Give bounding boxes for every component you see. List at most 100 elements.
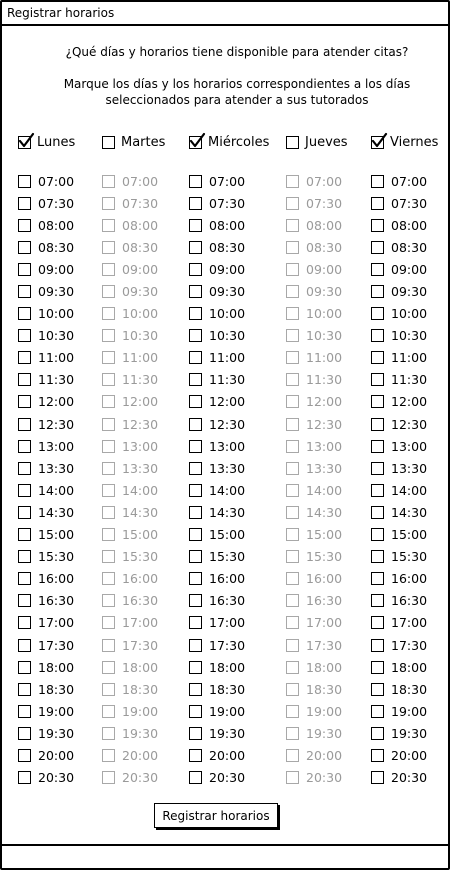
time-slot-checkbox[interactable]: 14:30 bbox=[371, 501, 450, 523]
time-slot-checkbox[interactable]: 07:00 bbox=[371, 170, 450, 192]
time-slot-checkbox[interactable]: 15:00 bbox=[18, 524, 98, 546]
checkbox[interactable] bbox=[189, 528, 202, 542]
checkbox[interactable] bbox=[371, 638, 384, 652]
checkbox[interactable] bbox=[189, 240, 202, 254]
checkbox[interactable] bbox=[18, 218, 31, 232]
time-slot-checkbox[interactable]: 12:30 bbox=[189, 413, 269, 435]
checkbox[interactable] bbox=[18, 285, 31, 299]
checkbox[interactable] bbox=[18, 682, 31, 696]
checkbox[interactable] bbox=[371, 285, 384, 299]
checkbox[interactable] bbox=[371, 682, 384, 696]
time-slot-checkbox[interactable]: 07:30 bbox=[371, 192, 450, 214]
checkbox[interactable] bbox=[189, 262, 202, 276]
checkbox[interactable] bbox=[18, 174, 31, 188]
time-slot-checkbox[interactable]: 17:30 bbox=[371, 634, 450, 656]
checkbox[interactable] bbox=[18, 748, 31, 762]
checkbox[interactable] bbox=[189, 572, 202, 586]
checkbox[interactable] bbox=[18, 528, 31, 542]
time-slot-checkbox[interactable]: 16:30 bbox=[371, 590, 450, 612]
time-slot-checkbox[interactable]: 11:30 bbox=[189, 369, 269, 391]
checkbox[interactable] bbox=[371, 660, 384, 674]
checkbox[interactable] bbox=[189, 218, 202, 232]
time-slot-checkbox[interactable]: 17:30 bbox=[18, 634, 98, 656]
checkbox[interactable] bbox=[371, 704, 384, 718]
checkbox[interactable] bbox=[189, 748, 202, 762]
time-slot-checkbox[interactable]: 19:00 bbox=[371, 700, 450, 722]
checkbox[interactable] bbox=[18, 395, 31, 409]
time-slot-checkbox[interactable]: 13:00 bbox=[189, 435, 269, 457]
checkbox[interactable] bbox=[18, 417, 31, 431]
checkbox[interactable] bbox=[102, 135, 115, 149]
checkbox[interactable] bbox=[189, 285, 202, 299]
time-slot-checkbox[interactable]: 20:30 bbox=[18, 767, 98, 789]
checkbox[interactable] bbox=[371, 351, 384, 365]
time-slot-checkbox[interactable]: 15:30 bbox=[18, 546, 98, 568]
time-slot-checkbox[interactable]: 09:00 bbox=[371, 258, 450, 280]
checkbox[interactable] bbox=[189, 483, 202, 497]
time-slot-checkbox[interactable]: 16:00 bbox=[189, 568, 269, 590]
checkbox[interactable] bbox=[18, 616, 31, 630]
time-slot-checkbox[interactable]: 10:30 bbox=[371, 325, 450, 347]
time-slot-checkbox[interactable]: 15:00 bbox=[189, 524, 269, 546]
time-slot-checkbox[interactable]: 12:00 bbox=[371, 391, 450, 413]
checkbox[interactable] bbox=[371, 417, 384, 431]
time-slot-checkbox[interactable]: 17:00 bbox=[18, 612, 98, 634]
time-slot-checkbox[interactable]: 13:00 bbox=[371, 435, 450, 457]
checkbox[interactable] bbox=[189, 439, 202, 453]
time-slot-checkbox[interactable]: 14:00 bbox=[189, 479, 269, 501]
checkbox[interactable] bbox=[371, 329, 384, 343]
time-slot-checkbox[interactable]: 08:30 bbox=[18, 236, 98, 258]
checkbox[interactable] bbox=[18, 726, 31, 740]
checkbox[interactable] bbox=[18, 505, 31, 519]
checkbox[interactable] bbox=[18, 638, 31, 652]
time-slot-checkbox[interactable]: 15:30 bbox=[371, 546, 450, 568]
checkbox[interactable] bbox=[371, 771, 384, 785]
checkbox[interactable] bbox=[189, 307, 202, 321]
time-slot-checkbox[interactable]: 17:30 bbox=[189, 634, 269, 656]
time-slot-checkbox[interactable]: 12:00 bbox=[189, 391, 269, 413]
time-slot-checkbox[interactable]: 10:00 bbox=[18, 303, 98, 325]
checkbox[interactable] bbox=[371, 218, 384, 232]
time-slot-checkbox[interactable]: 08:00 bbox=[371, 214, 450, 236]
checkbox[interactable] bbox=[18, 329, 31, 343]
time-slot-checkbox[interactable]: 11:30 bbox=[371, 369, 450, 391]
checkbox[interactable] bbox=[189, 395, 202, 409]
checkbox[interactable] bbox=[189, 704, 202, 718]
checkbox[interactable] bbox=[18, 771, 31, 785]
checkbox[interactable] bbox=[189, 373, 202, 387]
checkbox[interactable] bbox=[18, 373, 31, 387]
checkbox[interactable] bbox=[189, 550, 202, 564]
checkbox-checked[interactable] bbox=[189, 132, 206, 149]
checkbox[interactable] bbox=[18, 262, 31, 276]
time-slot-checkbox[interactable]: 19:00 bbox=[18, 700, 98, 722]
time-slot-checkbox[interactable]: 07:30 bbox=[18, 192, 98, 214]
checkbox[interactable] bbox=[18, 704, 31, 718]
checkbox[interactable] bbox=[371, 748, 384, 762]
time-slot-checkbox[interactable]: 14:30 bbox=[189, 501, 269, 523]
checkbox[interactable] bbox=[18, 439, 31, 453]
checkbox[interactable] bbox=[189, 505, 202, 519]
checkbox[interactable] bbox=[18, 307, 31, 321]
time-slot-checkbox[interactable]: 16:00 bbox=[18, 568, 98, 590]
time-slot-checkbox[interactable]: 08:30 bbox=[371, 236, 450, 258]
time-slot-checkbox[interactable]: 07:00 bbox=[189, 170, 269, 192]
time-slot-checkbox[interactable]: 20:00 bbox=[371, 744, 450, 766]
time-slot-checkbox[interactable]: 15:30 bbox=[189, 546, 269, 568]
time-slot-checkbox[interactable]: 17:00 bbox=[371, 612, 450, 634]
time-slot-checkbox[interactable]: 11:30 bbox=[18, 369, 98, 391]
checkbox[interactable] bbox=[18, 461, 31, 475]
checkbox[interactable] bbox=[189, 660, 202, 674]
checkbox[interactable] bbox=[371, 483, 384, 497]
checkbox[interactable] bbox=[371, 505, 384, 519]
time-slot-checkbox[interactable]: 18:00 bbox=[371, 656, 450, 678]
day-checkbox-viernes[interactable]: Viernes bbox=[371, 132, 438, 152]
checkbox[interactable] bbox=[189, 329, 202, 343]
time-slot-checkbox[interactable]: 16:30 bbox=[189, 590, 269, 612]
checkbox[interactable] bbox=[18, 550, 31, 564]
day-checkbox-jueves[interactable]: Jueves bbox=[286, 132, 348, 152]
time-slot-checkbox[interactable]: 07:30 bbox=[189, 192, 269, 214]
time-slot-checkbox[interactable]: 14:00 bbox=[18, 479, 98, 501]
checkbox[interactable] bbox=[371, 240, 384, 254]
time-slot-checkbox[interactable]: 09:30 bbox=[18, 280, 98, 302]
time-slot-checkbox[interactable]: 16:00 bbox=[371, 568, 450, 590]
